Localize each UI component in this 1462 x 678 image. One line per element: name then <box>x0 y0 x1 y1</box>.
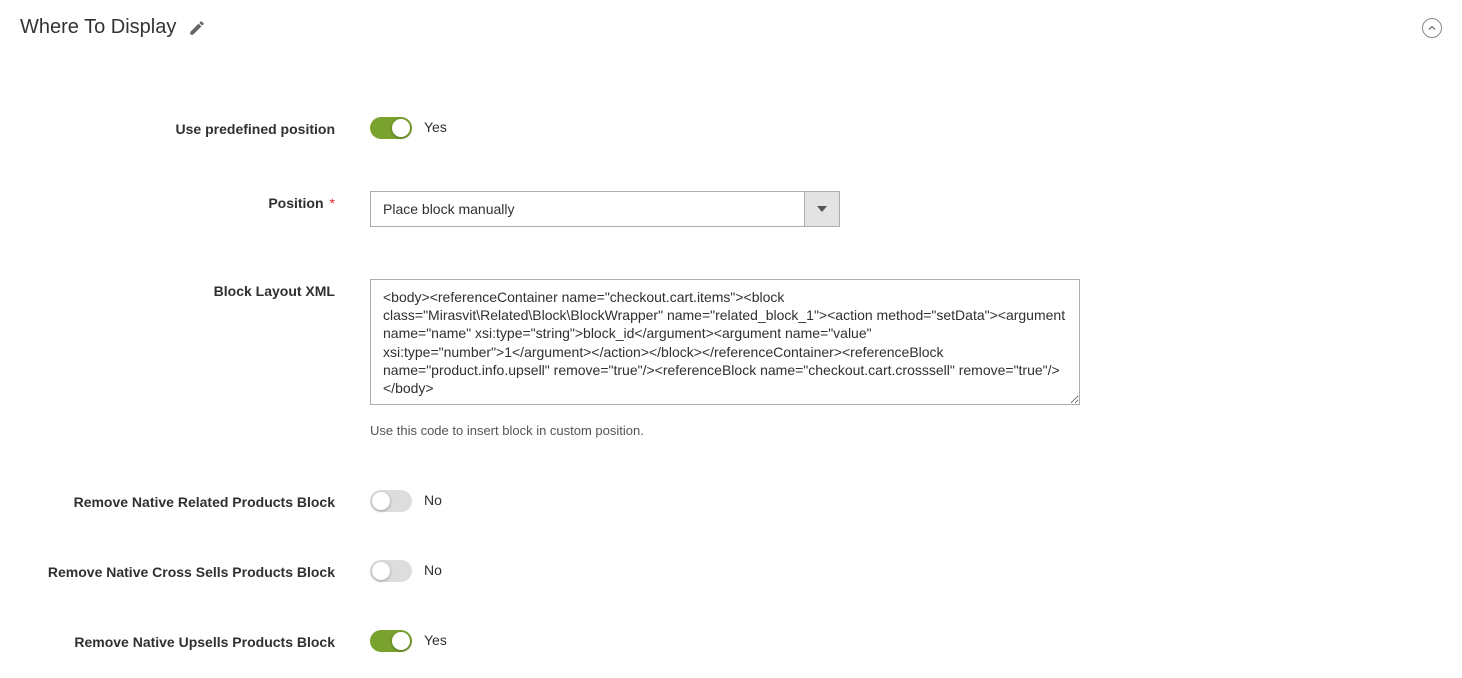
remove-upsell-label: Remove Native Upsells Products Block <box>20 630 370 650</box>
predefined-position-state: Yes <box>424 117 447 135</box>
block-xml-hint: Use this code to insert block in custom … <box>370 423 1110 438</box>
block-xml-label: Block Layout XML <box>20 279 370 299</box>
remove-upsell-state: Yes <box>424 630 447 648</box>
collapse-section-icon[interactable] <box>1422 18 1442 38</box>
remove-cross-toggle[interactable] <box>370 560 412 582</box>
remove-cross-state: No <box>424 560 442 578</box>
position-select-value[interactable]: Place block manually <box>370 191 804 227</box>
edit-title-icon[interactable] <box>188 19 206 37</box>
predefined-position-toggle[interactable] <box>370 117 412 139</box>
remove-related-toggle[interactable] <box>370 490 412 512</box>
remove-upsell-toggle[interactable] <box>370 630 412 652</box>
position-select[interactable]: Place block manually <box>370 191 840 227</box>
position-label: Position* <box>20 191 370 211</box>
block-xml-textarea[interactable] <box>370 279 1080 405</box>
remove-cross-label: Remove Native Cross Sells Products Block <box>20 560 370 580</box>
chevron-down-icon[interactable] <box>804 191 840 227</box>
remove-related-label: Remove Native Related Products Block <box>20 490 370 510</box>
section-title: Where To Display <box>20 16 176 39</box>
predefined-position-label: Use predefined position <box>20 117 370 137</box>
remove-related-state: No <box>424 490 442 508</box>
